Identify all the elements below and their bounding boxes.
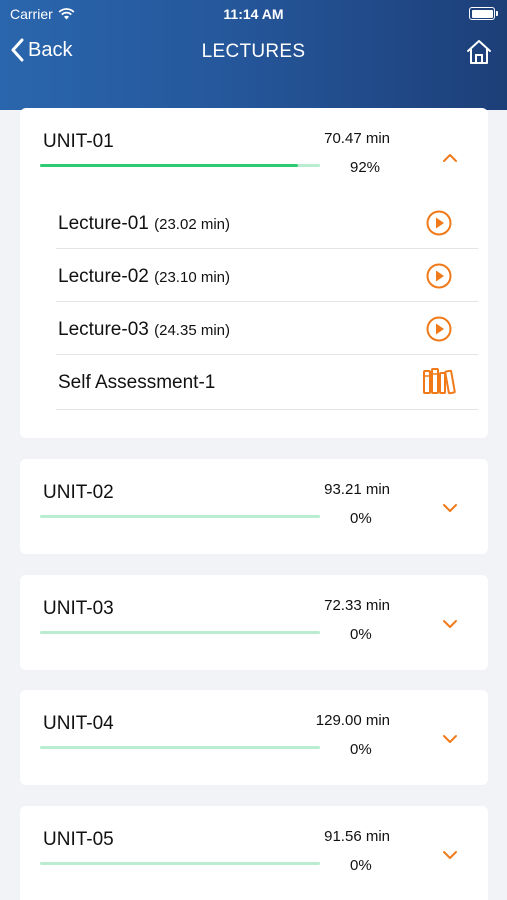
unit-card-04[interactable]: UNIT-04 129.00 min 0% [20, 690, 488, 785]
lecture-label: Lecture-01 (23.02 min) [58, 213, 230, 235]
unit-duration: 91.56 min [324, 828, 390, 845]
play-icon[interactable] [426, 210, 452, 236]
unit-progress-bar [40, 515, 320, 518]
unit-duration: 93.21 min [324, 481, 390, 498]
unit-title: UNIT-04 [43, 713, 114, 734]
chevron-down-icon[interactable] [440, 848, 460, 862]
play-icon[interactable] [426, 263, 452, 289]
unit-card-05[interactable]: UNIT-05 91.56 min 0% [20, 806, 488, 900]
lecture-name: Lecture-03 [58, 319, 149, 340]
unit-progress-bar [40, 631, 320, 634]
unit-title: UNIT-02 [43, 482, 114, 503]
chevron-up-icon[interactable] [440, 151, 460, 165]
lecture-item[interactable]: Lecture-03 (24.35 min) [56, 302, 478, 355]
lecture-label: Lecture-02 (23.10 min) [58, 266, 230, 288]
unit-header[interactable]: UNIT-01 70.47 min 92% [20, 108, 488, 188]
unit-percent: 0% [350, 857, 372, 874]
books-icon[interactable] [422, 367, 456, 395]
unit-percent: 0% [350, 741, 372, 758]
unit-title: UNIT-05 [43, 829, 114, 850]
home-button[interactable] [465, 38, 493, 71]
assessment-item[interactable]: Self Assessment-1 [56, 355, 478, 410]
lecture-item[interactable]: Lecture-02 (23.10 min) [56, 249, 478, 302]
unit-title: UNIT-03 [43, 598, 114, 619]
status-bar: Carrier 11:14 AM [0, 0, 507, 28]
unit-percent: 0% [350, 510, 372, 527]
unit-percent: 92% [350, 159, 381, 176]
lecture-name: Lecture-02 [58, 266, 149, 287]
home-icon [467, 40, 491, 64]
unit-duration: 70.47 min [324, 130, 390, 147]
unit-progress-bar [40, 862, 320, 865]
unit-progress-bar [40, 164, 320, 167]
unit-card-01: UNIT-01 70.47 min 92% Lecture-01 (23.02 … [20, 108, 488, 438]
unit-title: UNIT-01 [43, 131, 114, 152]
play-icon[interactable] [426, 316, 452, 342]
unit-progress-fill [40, 164, 298, 167]
lecture-duration: (24.35 min) [154, 322, 230, 339]
unit-percent: 0% [350, 626, 372, 643]
chevron-down-icon[interactable] [440, 501, 460, 515]
lecture-label: Lecture-03 (24.35 min) [58, 319, 230, 341]
status-time: 11:14 AM [223, 6, 284, 22]
unit-progress-bar [40, 746, 320, 749]
chevron-down-icon[interactable] [440, 732, 460, 746]
chevron-down-icon[interactable] [440, 617, 460, 631]
unit-card-02[interactable]: UNIT-02 93.21 min 0% [20, 459, 488, 554]
unit-card-03[interactable]: UNIT-03 72.33 min 0% [20, 575, 488, 670]
lecture-duration: (23.10 min) [154, 269, 230, 286]
lecture-name: Lecture-01 [58, 213, 149, 234]
battery-icon [469, 7, 498, 20]
page-title: LECTURES [201, 41, 306, 62]
lecture-duration: (23.02 min) [154, 216, 230, 233]
assessment-label: Self Assessment-1 [58, 372, 216, 393]
lecture-item[interactable]: Lecture-01 (23.02 min) [56, 196, 478, 249]
unit-duration: 129.00 min [315, 712, 390, 729]
navigation-bar: Back LECTURES [0, 30, 507, 74]
unit-duration: 72.33 min [324, 597, 390, 614]
